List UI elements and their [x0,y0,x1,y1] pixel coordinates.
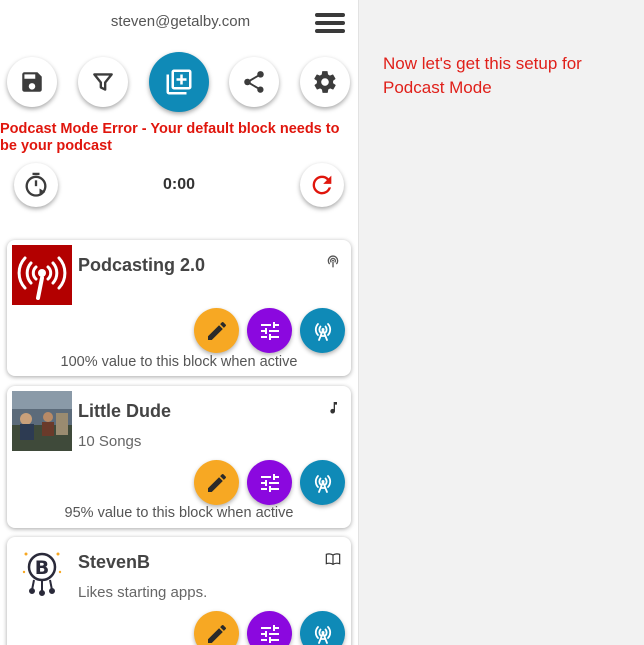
tune-icon [260,473,279,492]
hamburger-menu-icon[interactable] [313,11,347,37]
edit-block-button[interactable] [194,308,239,353]
settings-button[interactable] [300,57,350,107]
user-email: steven@getalby.com [110,13,251,30]
filter-icon [93,73,113,91]
block-value-text: 100% value to this block when active [60,354,298,370]
block-card-stevenb[interactable]: B StevenB Likes starting apps. [7,537,351,645]
block-card-little-dude[interactable]: Little Dude 10 Songs 95% value to this b… [7,386,351,528]
share-button[interactable] [229,57,279,107]
block-subtitle: Likes starting apps. [78,584,208,601]
instruction-note: Now let's get this setup for Podcast Mod… [383,54,582,97]
block-title: StevenB [78,552,151,572]
tune-block-button[interactable] [247,308,292,353]
reset-button[interactable] [300,163,344,207]
add-block-button[interactable] [149,52,209,112]
tune-block-button[interactable] [247,611,292,645]
top-bar: steven@getalby.com [0,0,358,44]
add-library-icon [166,69,192,95]
timer-icon [25,172,47,197]
gear-icon [314,71,336,93]
tune-icon [260,321,279,340]
save-button[interactable] [7,57,57,107]
filter-button[interactable] [78,57,128,107]
block-title: Podcasting 2.0 [78,255,206,275]
edit-block-button[interactable] [194,611,239,645]
pencil-icon [207,321,226,340]
broadcast-block-button[interactable] [300,308,345,353]
pencil-icon [207,473,226,492]
music-note-icon [330,402,337,414]
save-icon [22,72,42,92]
podcast-icon [327,255,339,268]
broadcast-icon [314,322,331,341]
little-dude-artwork [12,391,72,451]
block-value-text: 95% value to this block when active [64,505,294,521]
tune-block-button[interactable] [247,460,292,505]
broadcast-icon [314,474,331,493]
svg-text:B: B [35,557,49,579]
book-icon [325,553,341,566]
timer-button[interactable] [14,163,58,207]
broadcast-block-button[interactable] [300,460,345,505]
tune-icon [260,624,279,643]
block-title: Little Dude [78,401,171,421]
playback-time: 0:00 [162,176,196,193]
broadcast-block-button[interactable] [300,611,345,645]
share-icon [244,71,264,93]
app-panel: steven@getalby.com Podcast Mode Error - … [0,0,359,645]
broadcast-icon [314,625,331,644]
reset-icon [312,175,332,195]
block-card-podcasting[interactable]: Podcasting 2.0 100% value to this block … [7,240,351,376]
pencil-icon [207,624,226,643]
block-subtitle: 10 Songs [78,433,142,450]
podcast-mode-error: Podcast Mode Error - Your default block … [0,121,340,154]
podcasting-artwork [12,245,72,305]
edit-block-button[interactable] [194,460,239,505]
bitcoin-logo: B [12,542,72,602]
